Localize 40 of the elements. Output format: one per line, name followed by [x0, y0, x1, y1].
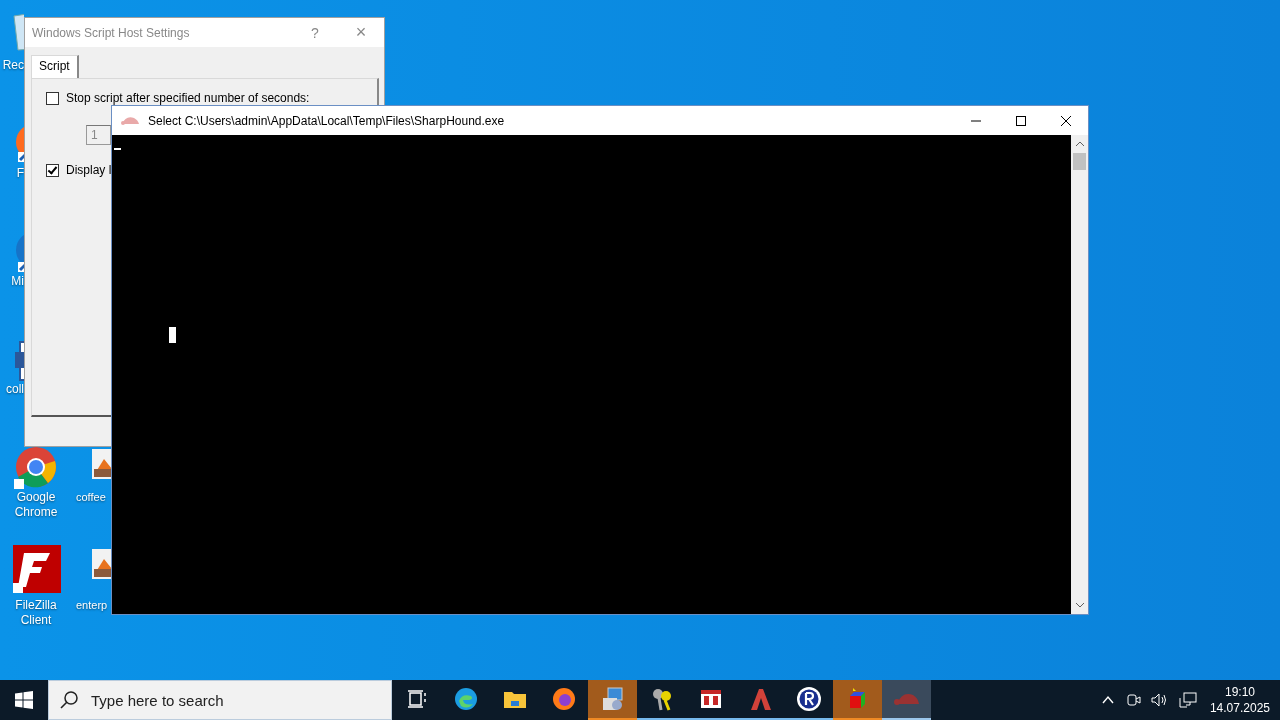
desktop-icon-label: F: [15, 166, 24, 181]
tab[interactable]: Script: [31, 55, 79, 78]
scroll-thumb[interactable]: [1073, 153, 1086, 170]
close-button[interactable]: ×: [338, 18, 384, 47]
window-title: Windows Script Host Settings: [32, 25, 191, 40]
filezilla-icon[interactable]: [13, 545, 61, 593]
search-icon: [59, 690, 79, 710]
desktop-icon-label: enterp: [76, 598, 109, 613]
checkbox[interactable]: [46, 91, 59, 105]
windows-logo-icon: [15, 691, 33, 709]
scroll-down-icon[interactable]: [1074, 601, 1085, 609]
scrollbar[interactable]: [1071, 135, 1088, 614]
help-button[interactable]: ?: [292, 18, 338, 47]
desktop-icon-label: FileZilla Client: [14, 598, 58, 628]
scroll-up-icon[interactable]: [1074, 140, 1085, 148]
option-label: Display l: [66, 163, 112, 177]
desktop-icon-label: coll: [5, 382, 24, 397]
clock-date[interactable]: 14.07.2025: [1209, 700, 1270, 716]
desktop-icon-label: coffee: [76, 490, 107, 505]
close-icon: [1059, 114, 1072, 127]
checkbox[interactable]: [46, 163, 59, 177]
camera-icon[interactable]: [1124, 692, 1141, 708]
text-cursor: [169, 327, 176, 343]
edge-icon: [453, 687, 478, 711]
option-label: Stop script after specified number of seconds:: [66, 91, 310, 105]
r-logo-icon: [795, 686, 822, 712]
text-cursor: [114, 148, 121, 150]
task-view-icon: [405, 688, 428, 710]
clock-time[interactable]: 19:10: [1224, 684, 1255, 700]
maximize-icon: [1014, 114, 1027, 127]
network-icon[interactable]: [1178, 692, 1197, 708]
window-title: Select C:\Users\admin\AppData\Local\Temp\Files\SharpHound.exe: [148, 113, 506, 128]
calendar-icon: [699, 688, 722, 710]
search-field[interactable]: Type here to search: [89, 690, 353, 710]
desktop-icon-label: Mi: [10, 274, 24, 289]
search-field[interactable]: Type here to search: [48, 680, 392, 720]
desktop-icon-label: Rec: [1, 58, 24, 73]
firefox-icon: [551, 687, 576, 711]
desktop-icon-label: Google Chrome: [13, 490, 59, 520]
volume-icon[interactable]: [1150, 692, 1169, 708]
